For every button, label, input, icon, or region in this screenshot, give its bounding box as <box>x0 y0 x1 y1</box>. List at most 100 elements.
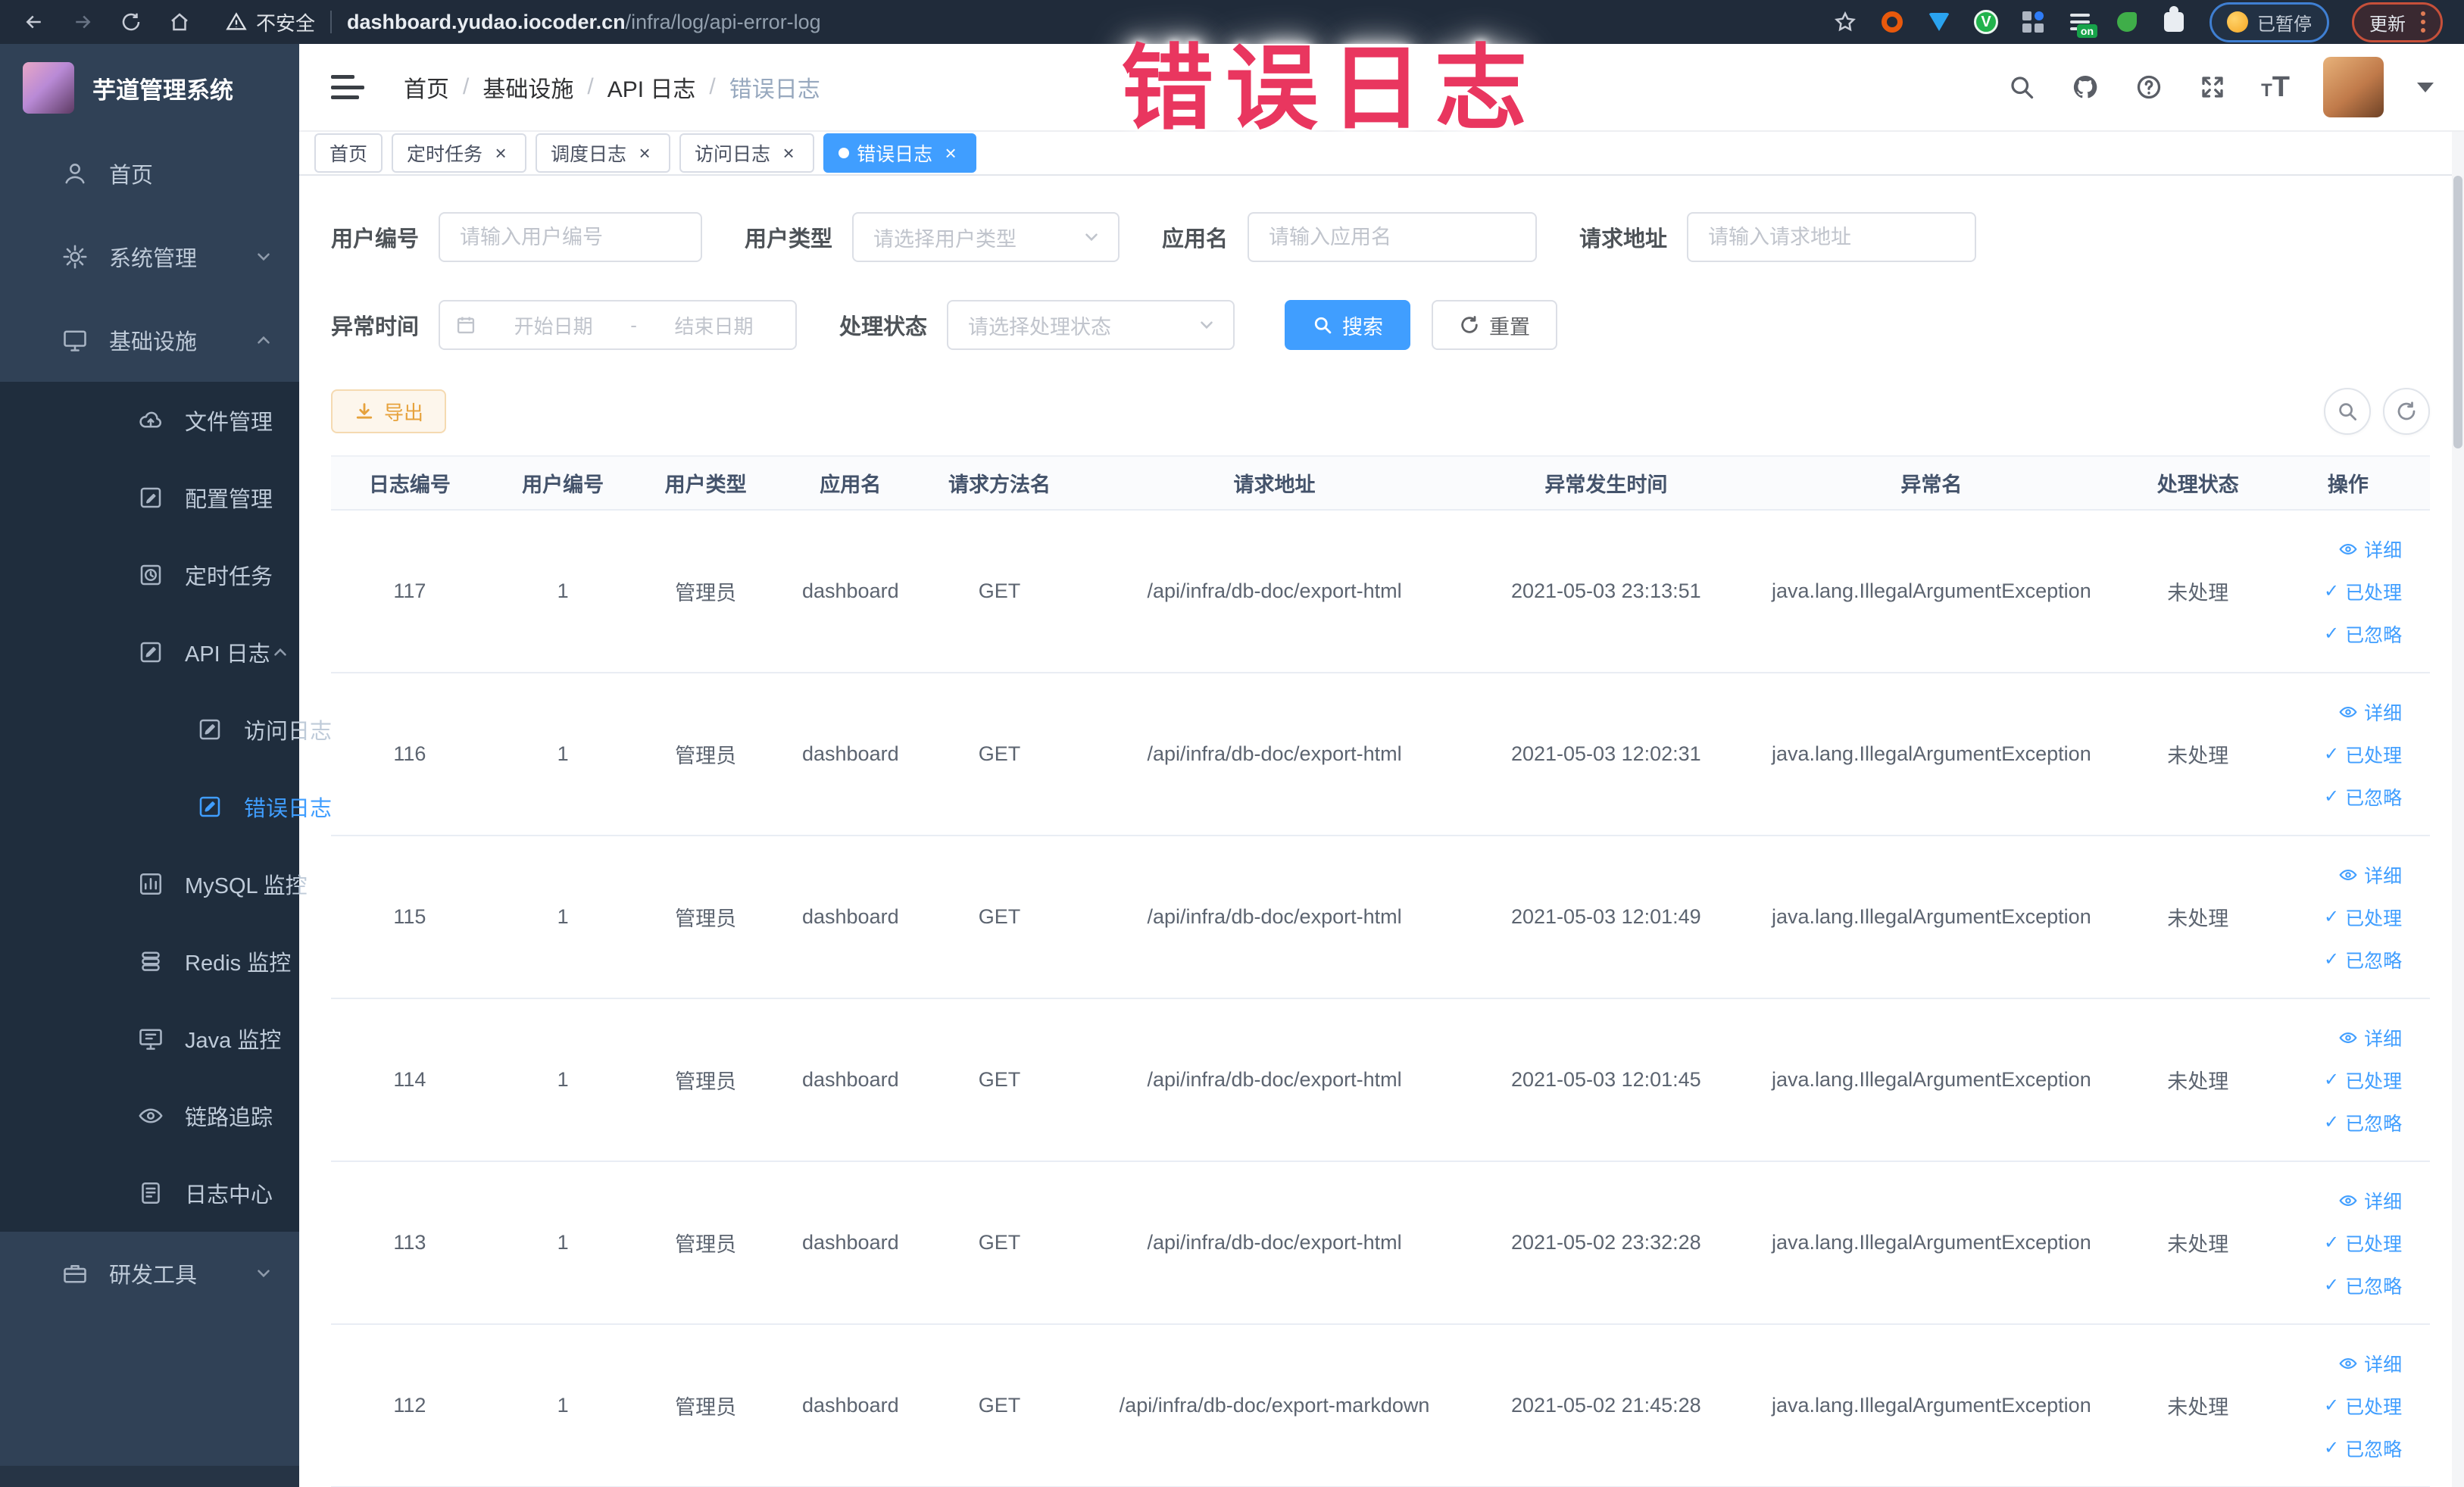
eye-icon <box>2339 1195 2357 1206</box>
tag-tab[interactable]: 定时任务 × <box>392 133 527 173</box>
processed-link[interactable]: ✓ 已处理 <box>2324 1229 2402 1257</box>
ext-shield-icon[interactable] <box>1926 9 1952 35</box>
cell-status: 未处理 <box>2167 745 2229 767</box>
sidebar-item[interactable]: 研发工具 <box>0 1232 299 1315</box>
github-icon[interactable] <box>2070 72 2100 102</box>
detail-link[interactable]: 详细 <box>2338 1350 2402 1377</box>
detail-link[interactable]: 详细 <box>2338 536 2402 563</box>
ignored-link[interactable]: ✓ 已忽略 <box>2324 1109 2402 1136</box>
processed-link[interactable]: ✓ 已处理 <box>2324 741 2402 768</box>
ignored-link[interactable]: ✓ 已忽略 <box>2324 1435 2402 1462</box>
table-row[interactable]: 113 1 管理员 dashboard GET /api/infra/db-do… <box>331 1162 2430 1325</box>
app-logo[interactable]: 芋道管理系统 <box>0 44 299 132</box>
table-row[interactable]: 116 1 管理员 dashboard GET /api/infra/db-do… <box>331 673 2430 836</box>
fullscreen-icon[interactable] <box>2197 72 2228 102</box>
tag-tab[interactable]: 首页 × <box>314 133 383 173</box>
toggle-search-button[interactable] <box>2324 388 2371 435</box>
refresh-table-button[interactable] <box>2383 388 2430 435</box>
request-url-input[interactable] <box>1687 212 1977 262</box>
processed-link[interactable]: ✓ 已处理 <box>2324 904 2402 931</box>
detail-link[interactable]: 详细 <box>2338 1187 2402 1214</box>
sidebar-item[interactable]: MySQL 监控 <box>0 845 308 923</box>
export-button[interactable]: 导出 <box>331 389 447 433</box>
ignored-link[interactable]: ✓ 已忽略 <box>2324 620 2402 648</box>
cell-user-type: 管理员 <box>675 1396 737 1419</box>
user-menu-caret-icon[interactable] <box>2417 82 2434 92</box>
search-button[interactable]: 搜索 <box>1285 300 1411 350</box>
ignored-link[interactable]: ✓ 已忽略 <box>2324 1272 2402 1299</box>
process-status-label: 处理状态 <box>839 315 928 339</box>
ext-puzzle-icon[interactable] <box>2161 6 2187 35</box>
close-icon[interactable]: × <box>940 142 961 164</box>
ignored-link[interactable]: ✓ 已忽略 <box>2324 946 2402 973</box>
ext-v-icon[interactable]: V <box>1973 9 1999 35</box>
tags-view-bar: 首页 × 定时任务 × 调度日志 × 访问日志 <box>299 132 2464 176</box>
close-icon[interactable]: × <box>778 142 799 164</box>
processed-link[interactable]: ✓ 已处理 <box>2324 1392 2402 1420</box>
table-row[interactable]: 115 1 管理员 dashboard GET /api/infra/db-do… <box>331 836 2430 999</box>
close-icon[interactable]: × <box>490 142 511 164</box>
breadcrumb-infra[interactable]: 基础设施 <box>482 70 573 104</box>
processed-link[interactable]: ✓ 已处理 <box>2324 1067 2402 1094</box>
close-icon[interactable]: × <box>634 142 655 164</box>
sidebar-item[interactable]: 访问日志 <box>0 691 332 768</box>
scrollbar-thumb[interactable] <box>2453 176 2462 448</box>
sidebar-item[interactable]: 配置管理 <box>0 459 299 536</box>
table-row[interactable]: 117 1 管理员 dashboard GET /api/infra/db-do… <box>331 511 2430 673</box>
ignored-link[interactable]: ✓ 已忽略 <box>2324 783 2402 811</box>
breadcrumb-api-log[interactable]: API 日志 <box>607 70 696 104</box>
sidebar-item[interactable]: 文件管理 <box>0 382 299 459</box>
tag-tab[interactable]: 错误日志 × <box>823 133 977 173</box>
cell-request-url: /api/infra/db-doc/export-markdown <box>1119 1394 1430 1417</box>
table-row[interactable]: 112 1 管理员 dashboard GET /api/infra/db-do… <box>331 1325 2430 1487</box>
detail-link[interactable]: 详细 <box>2338 698 2402 726</box>
ext-leaf-icon[interactable] <box>2114 9 2140 35</box>
address-bar[interactable]: dashboard.yudao.iocoder.cn/infra/log/api… <box>347 11 821 34</box>
hamburger-icon[interactable] <box>331 72 364 102</box>
kebab-menu-icon[interactable] <box>2421 11 2425 33</box>
app-title: 芋道管理系统 <box>92 77 233 104</box>
sidebar-item[interactable]: 日志中心 <box>0 1154 299 1232</box>
process-status-select[interactable]: 请选择处理状态 <box>947 300 1235 350</box>
breadcrumb-home[interactable]: 首页 <box>404 70 449 104</box>
home-icon[interactable] <box>167 9 192 35</box>
sidebar-item[interactable]: 首页 <box>0 132 299 215</box>
sidebar-item[interactable]: 错误日志 <box>0 768 332 845</box>
sidebar-item[interactable]: Redis 监控 <box>0 923 299 1000</box>
cell-user-type: 管理员 <box>675 745 737 767</box>
processed-link[interactable]: ✓ 已处理 <box>2324 578 2402 605</box>
help-icon[interactable] <box>2134 72 2164 102</box>
tag-tab[interactable]: 访问日志 × <box>679 133 815 173</box>
sidebar-item[interactable]: Java 监控 <box>0 1000 299 1077</box>
detail-link[interactable]: 详细 <box>2338 1024 2402 1051</box>
bookmark-star-icon[interactable] <box>1832 9 1858 35</box>
sidebar-item[interactable]: 基础设施 <box>0 298 299 382</box>
date-range-picker[interactable]: 开始日期 - 结束日期 <box>439 300 798 350</box>
paused-pill[interactable]: 已暂停 <box>2209 2 2329 42</box>
ext-grid-icon[interactable] <box>2020 9 2046 35</box>
reset-button[interactable]: 重置 <box>1432 300 1558 350</box>
table-row[interactable]: 114 1 管理员 dashboard GET /api/infra/db-do… <box>331 999 2430 1162</box>
sidebar-item[interactable]: 系统管理 <box>0 215 299 298</box>
search-icon[interactable] <box>2006 72 2037 102</box>
font-size-icon[interactable]: TT <box>2261 73 2290 102</box>
sidebar-item[interactable]: 定时任务 <box>0 536 299 614</box>
site-security[interactable]: 不安全 <box>226 8 315 36</box>
ext-switch-icon[interactable]: on <box>2067 9 2097 38</box>
sidebar-item[interactable]: 链路追踪 <box>0 1077 299 1154</box>
tag-tab[interactable]: 调度日志 × <box>536 133 671 173</box>
user-id-input[interactable] <box>439 212 703 262</box>
filter-row-1: 用户编号 用户类型 请选择用户类型 应用名 请求地址 <box>331 212 2430 262</box>
breadcrumb-separator: / <box>463 74 470 99</box>
reload-icon[interactable] <box>118 9 144 35</box>
avatar[interactable] <box>2323 57 2384 117</box>
check-icon: ✓ <box>2324 906 2340 927</box>
ext-orange-ring-icon[interactable] <box>1879 9 1905 35</box>
app-name-input[interactable] <box>1248 212 1538 262</box>
user-type-select[interactable]: 请选择用户类型 <box>852 212 1120 262</box>
forward-icon[interactable] <box>70 9 95 35</box>
update-pill[interactable]: 更新 <box>2352 2 2443 42</box>
sidebar-item[interactable]: API 日志 <box>0 614 299 691</box>
back-icon[interactable] <box>21 9 47 35</box>
detail-link[interactable]: 详细 <box>2338 861 2402 889</box>
